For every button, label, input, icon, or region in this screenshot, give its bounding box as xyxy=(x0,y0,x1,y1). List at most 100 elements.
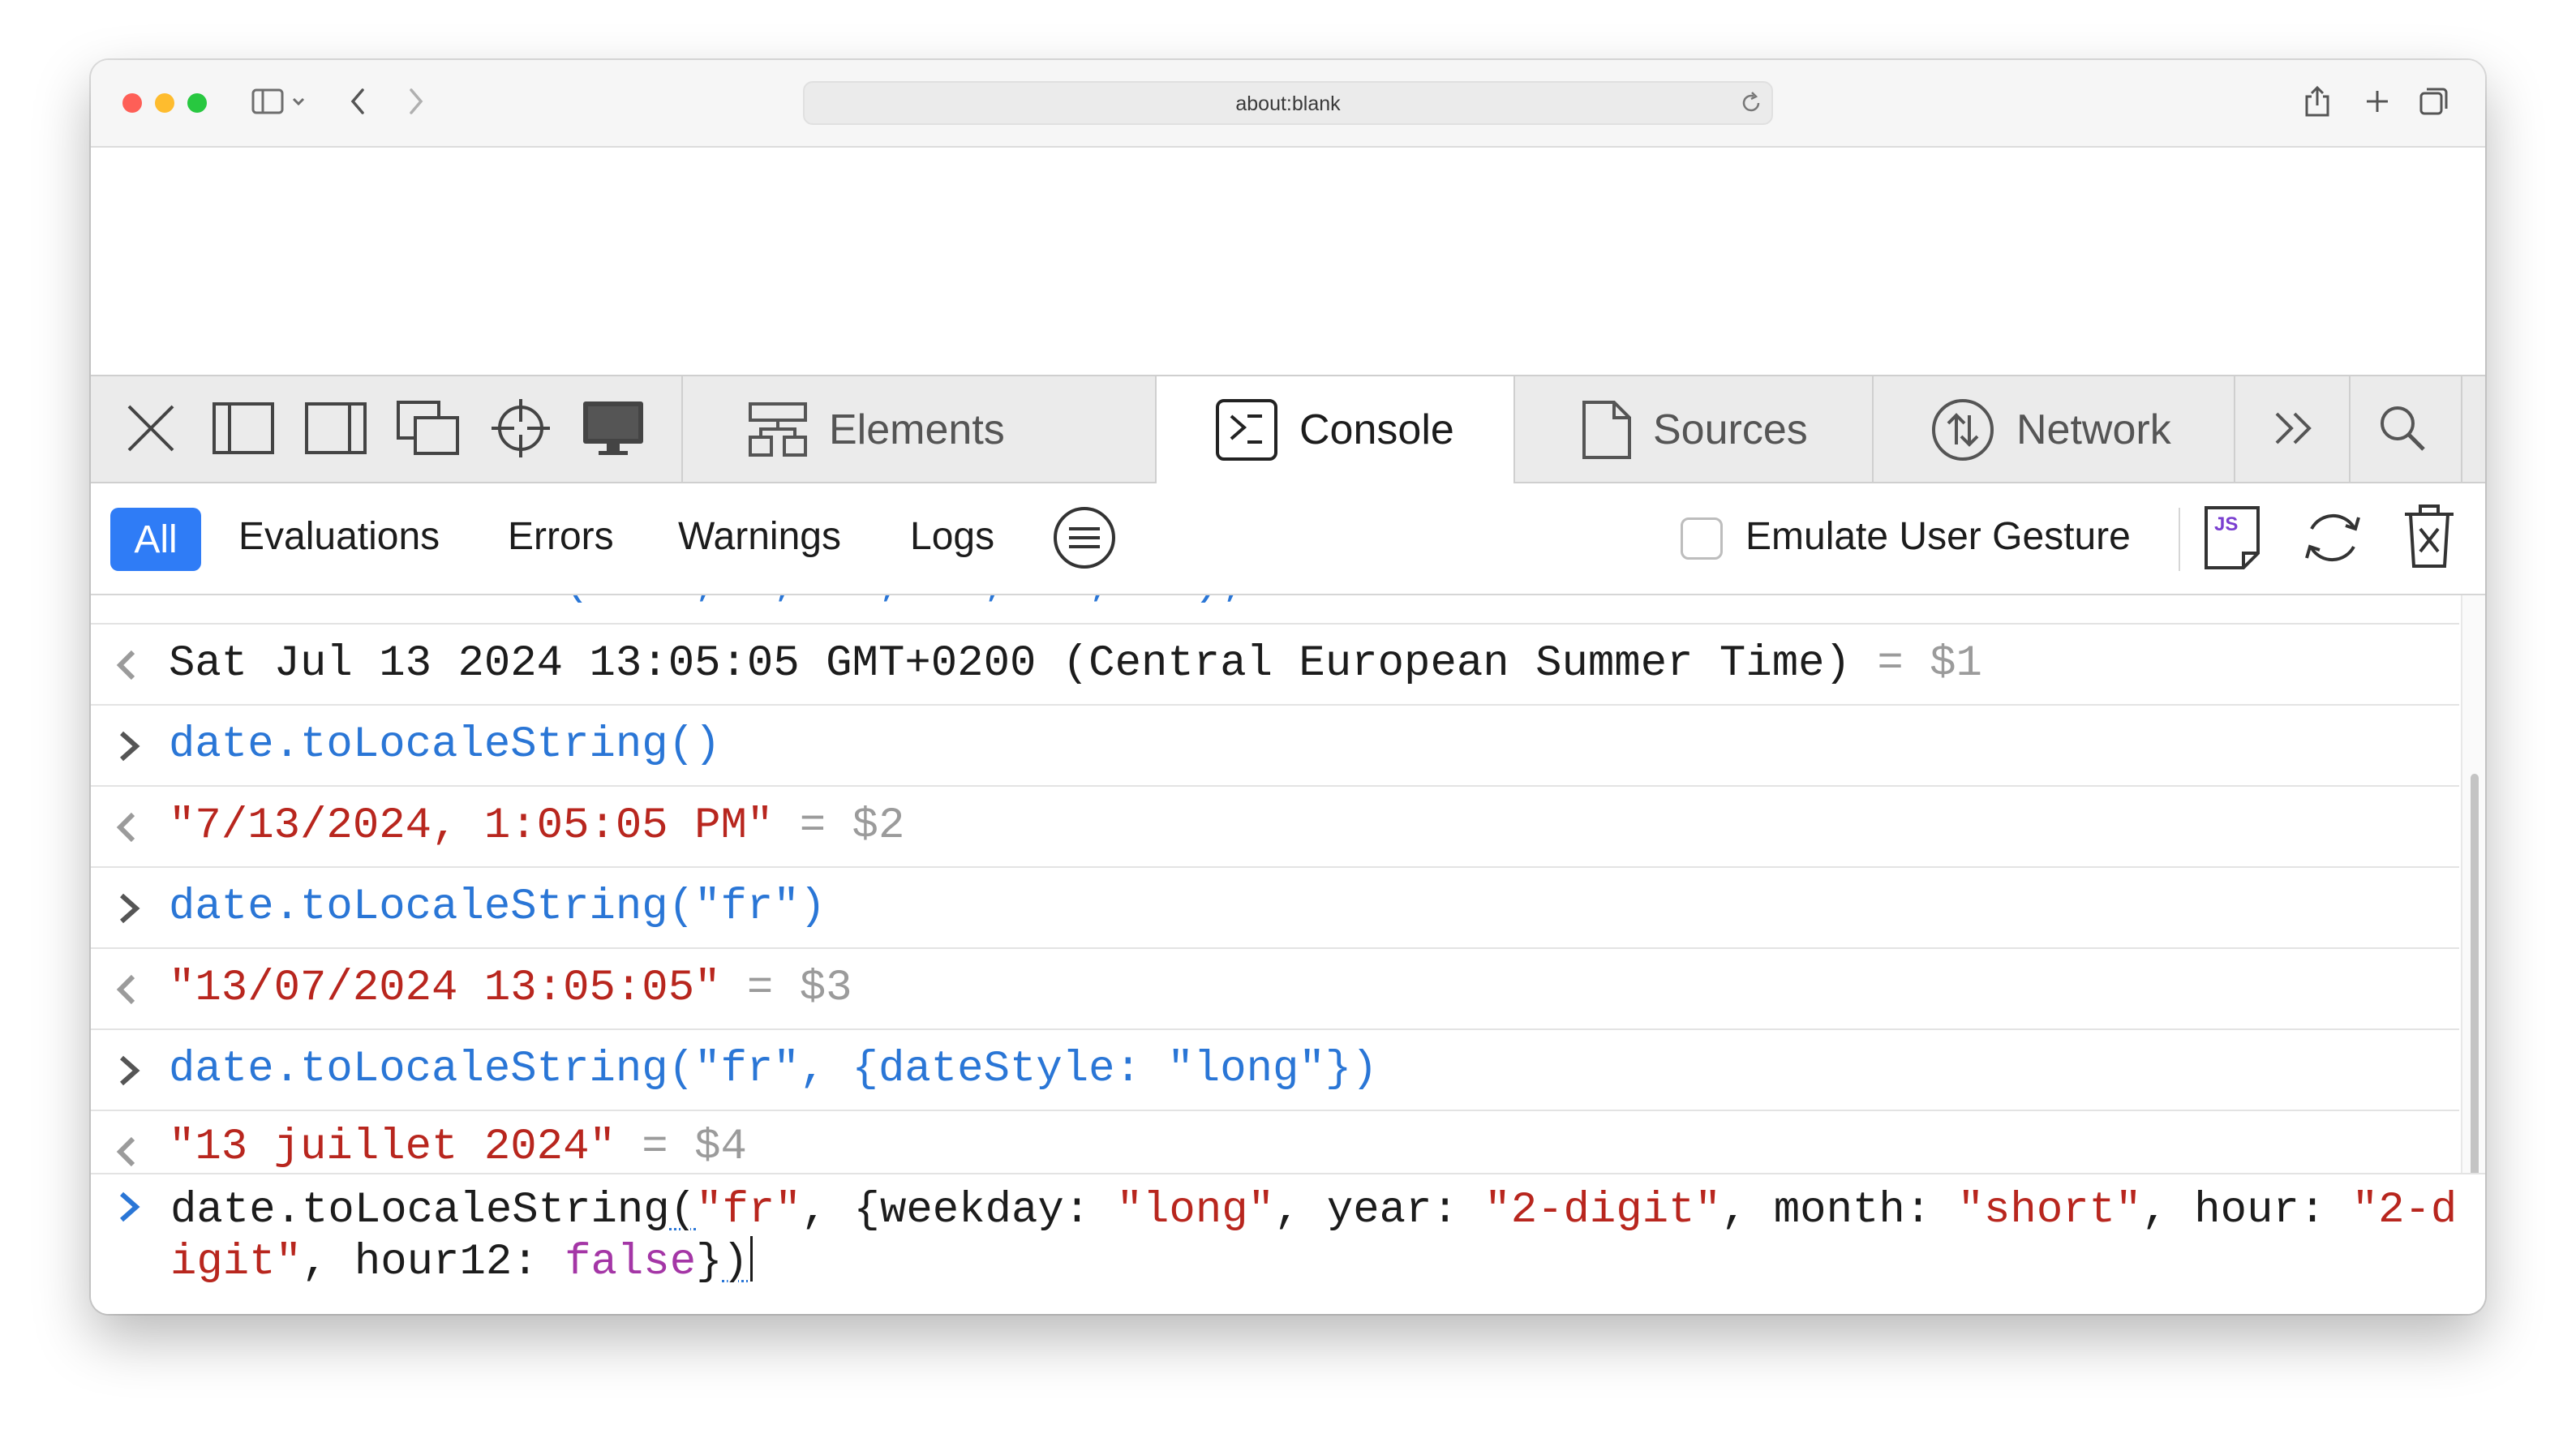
prompt-token: "2-digit" xyxy=(1484,1186,1721,1235)
emulate-user-gesture-checkbox[interactable] xyxy=(1681,517,1723,560)
filter-logs-button[interactable]: Logs xyxy=(910,514,994,559)
more-tabs-button[interactable] xyxy=(2261,396,2326,464)
chevron-right-icon xyxy=(408,88,424,119)
tab-elements-label: Elements xyxy=(829,406,1005,453)
prompt-chevron-icon xyxy=(112,1189,148,1229)
console-output-text: "7/13/2024, 1:05:05 PM" xyxy=(169,801,774,851)
reload-icon[interactable] xyxy=(1739,91,1763,119)
network-icon xyxy=(1930,397,1995,462)
monitor-icon xyxy=(581,399,646,462)
result-ref[interactable]: = $2 xyxy=(800,801,905,851)
tab-overview-button[interactable] xyxy=(2414,81,2454,125)
console-row-output: "7/13/2024, 1:05:05 PM" = $2 xyxy=(91,787,2459,868)
filter-evaluations-button[interactable]: Evaluations xyxy=(238,514,440,559)
console-input-text: date = new Date(2024, 6, 13, 13, 05, 05)… xyxy=(169,595,1247,608)
refresh-icon xyxy=(2300,513,2365,574)
crosshair-icon xyxy=(490,397,552,463)
close-icon xyxy=(124,401,178,459)
prompt-token: , hour: xyxy=(2141,1186,2352,1235)
back-button[interactable] xyxy=(337,81,378,125)
prompt-token: , month: xyxy=(1720,1186,1958,1235)
prompt-token: , hour12: xyxy=(302,1238,565,1287)
output-arrow-icon xyxy=(112,647,148,687)
prompt-token: ( xyxy=(669,1186,697,1235)
console-filter-bar: All Evaluations Errors Warnings Logs Emu… xyxy=(91,483,2485,595)
device-settings-button[interactable] xyxy=(581,396,646,464)
reload-page-button[interactable] xyxy=(2300,504,2365,575)
input-chevron-icon xyxy=(112,1053,148,1093)
elements-icon xyxy=(748,401,808,458)
console-output-text: "13/07/2024 13:05:05" xyxy=(169,964,721,1013)
new-tab-button[interactable] xyxy=(2357,81,2398,125)
address-bar[interactable]: about:blank xyxy=(803,81,1773,125)
sidebar-toggle-button[interactable] xyxy=(243,81,316,125)
clear-console-button[interactable] xyxy=(2402,503,2456,573)
console-prompt[interactable]: date.toLocaleString("fr", {weekday: "lon… xyxy=(91,1173,2485,1314)
console-input-text: date.toLocaleString() xyxy=(169,720,721,770)
filter-errors-button[interactable]: Errors xyxy=(508,514,614,559)
output-arrow-icon xyxy=(112,972,148,1011)
detach-window-button[interactable] xyxy=(396,396,461,464)
console-prompt-input[interactable]: date.toLocaleString("fr", {weekday: "lon… xyxy=(170,1186,2458,1288)
snippets-button[interactable]: JS xyxy=(2203,504,2261,575)
minimize-window-button[interactable] xyxy=(155,93,174,113)
output-arrow-icon xyxy=(112,809,148,849)
emulate-user-gesture-label: Emulate User Gesture xyxy=(1745,515,2131,558)
output-arrow-icon xyxy=(112,1134,148,1173)
svg-text:JS: JS xyxy=(2214,513,2238,535)
address-text: about:blank xyxy=(1235,92,1341,115)
chevron-left-icon xyxy=(350,88,366,119)
input-chevron-icon xyxy=(112,728,148,768)
console-row-input: date.toLocaleString("fr", {dateStyle: "l… xyxy=(91,1030,2459,1111)
share-icon xyxy=(2303,85,2331,122)
dock-right-button[interactable] xyxy=(303,396,368,464)
sources-icon xyxy=(1582,400,1632,460)
dock-left-icon xyxy=(212,401,275,459)
console-output-text: "13 juillet 2024" xyxy=(169,1123,616,1172)
scrollbar-thumb[interactable] xyxy=(2471,774,2479,1196)
filter-all-button[interactable]: All xyxy=(110,508,201,571)
tab-network-label: Network xyxy=(2016,406,2171,453)
page-content xyxy=(91,148,2485,375)
search-icon xyxy=(2378,404,2427,457)
filter-warnings-button[interactable]: Warnings xyxy=(678,514,841,559)
prompt-token: false xyxy=(565,1238,697,1287)
tab-network[interactable]: Network xyxy=(1874,376,2234,483)
close-inspector-button[interactable] xyxy=(118,396,183,464)
js-file-icon: JS xyxy=(2203,506,2261,574)
trash-icon xyxy=(2402,504,2456,573)
dock-left-button[interactable] xyxy=(211,396,276,464)
chevron-double-right-icon xyxy=(2272,410,2316,450)
forward-button[interactable] xyxy=(396,81,436,125)
prompt-token: , year: xyxy=(1274,1186,1485,1235)
console-log: date = new Date(2024, 6, 13, 13, 05, 05)… xyxy=(91,595,2459,1173)
tab-console[interactable]: Console xyxy=(1157,376,1513,483)
search-button[interactable] xyxy=(2370,396,2435,464)
inspector-toolbar: Elements Console Sources Network xyxy=(91,375,2485,483)
share-button[interactable] xyxy=(2297,81,2338,125)
console-row-input: date = new Date(2024, 6, 13, 13, 05, 05)… xyxy=(91,595,2459,625)
console-input-text: date.toLocaleString("fr", {dateStyle: "l… xyxy=(169,1045,1378,1094)
console-scrollbar[interactable] xyxy=(2461,595,2485,1196)
tab-sources-label: Sources xyxy=(1653,406,1808,453)
prompt-token: "long" xyxy=(1116,1186,1275,1235)
filter-lines-icon xyxy=(1051,507,1118,574)
inspect-element-button[interactable] xyxy=(488,396,553,464)
input-chevron-icon xyxy=(112,891,148,930)
prompt-token: date.toLocaleString xyxy=(170,1186,670,1235)
browser-window: about:blank Elements Console Sources Net… xyxy=(91,60,2485,1314)
text-caret xyxy=(749,1236,753,1282)
result-ref[interactable]: = $3 xyxy=(747,964,852,1013)
tab-console-label: Console xyxy=(1299,406,1454,453)
result-ref[interactable]: = $1 xyxy=(1877,639,1982,689)
tabs-icon xyxy=(2419,86,2449,121)
zoom-window-button[interactable] xyxy=(187,93,207,113)
result-ref[interactable]: = $4 xyxy=(642,1123,747,1172)
sidebar-icon xyxy=(251,88,308,119)
filter-options-button[interactable] xyxy=(1051,504,1118,575)
close-window-button[interactable] xyxy=(122,93,142,113)
console-row-output: "13 juillet 2024" = $4 xyxy=(91,1111,2459,1173)
tab-elements[interactable]: Elements xyxy=(683,376,1155,483)
tab-sources[interactable]: Sources xyxy=(1515,376,1872,483)
detach-window-icon xyxy=(396,400,461,461)
